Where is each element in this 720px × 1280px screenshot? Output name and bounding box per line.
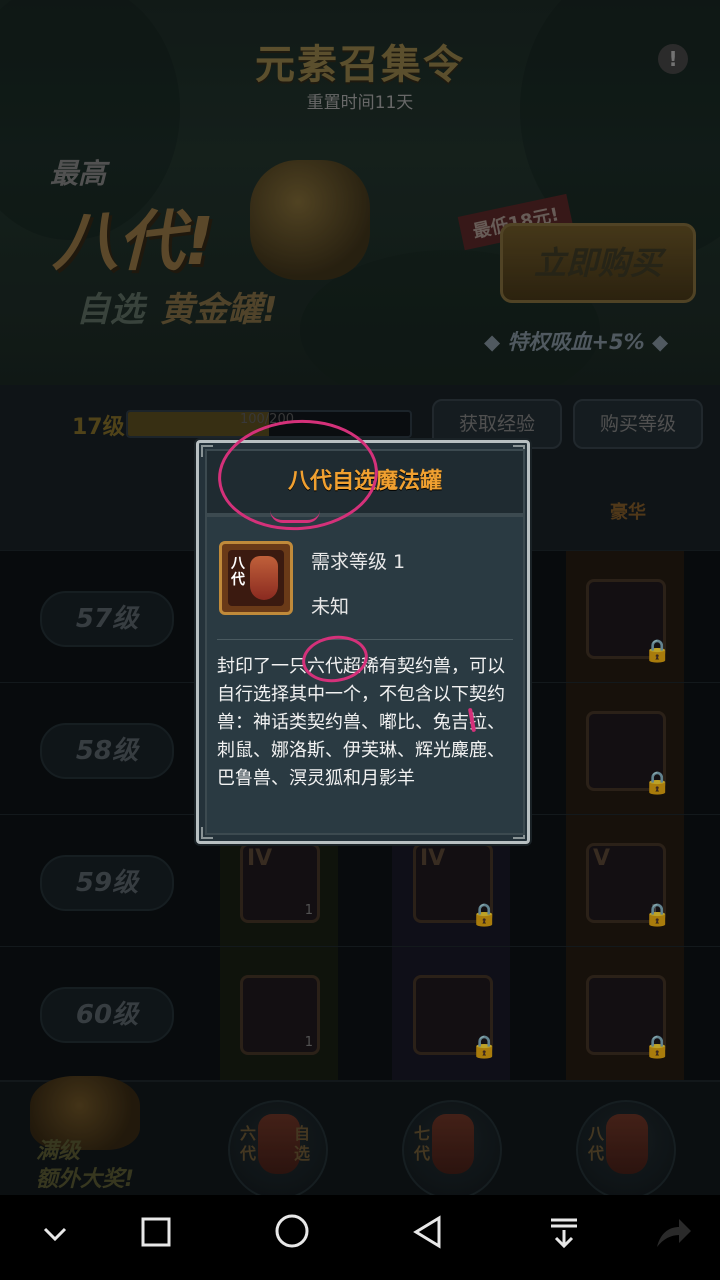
chevron-down-icon[interactable] — [30, 1213, 80, 1263]
magic-pot-item-icon: 八代 — [219, 541, 293, 615]
required-level-text: 需求等级 1 — [311, 551, 406, 573]
item-status-text: 未知 — [311, 596, 350, 618]
annotation-stroke — [270, 510, 320, 523]
item-gen-tag: 八代 — [231, 556, 245, 588]
download-tray-icon[interactable] — [539, 1213, 589, 1263]
popup-body: 八代 需求等级 1 未知 封印了一只六代超稀有契约兽，可以自行选择其中一个，不包… — [205, 515, 525, 835]
share-arrow-icon[interactable] — [648, 1213, 698, 1263]
item-icon-background: 八代 — [228, 550, 284, 606]
triangle-back-icon[interactable] — [403, 1213, 453, 1263]
system-navigation-bar — [0, 1195, 720, 1280]
divider — [217, 639, 513, 640]
square-icon[interactable] — [131, 1213, 181, 1263]
circle-icon[interactable] — [267, 1213, 317, 1263]
jar-icon — [250, 556, 278, 600]
